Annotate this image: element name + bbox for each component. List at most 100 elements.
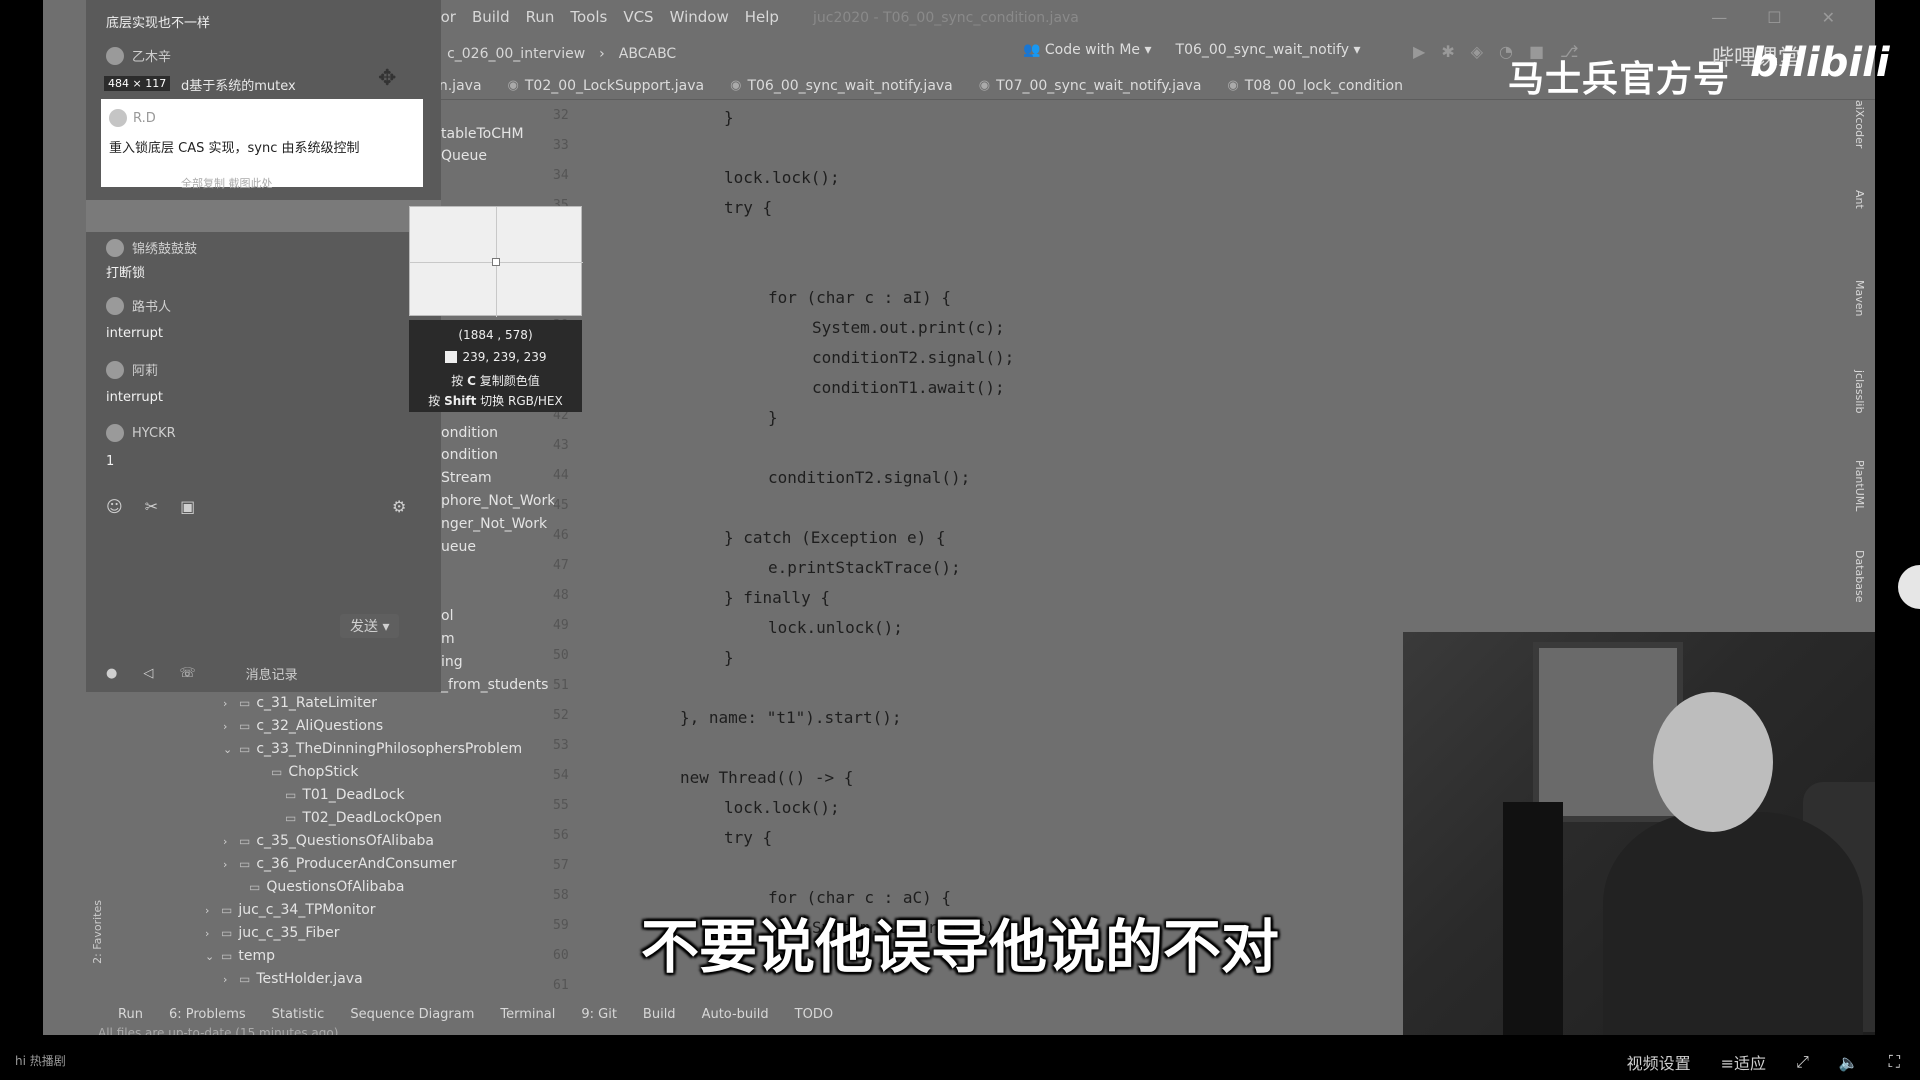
breadcrumb-separator: › bbox=[599, 46, 605, 62]
tree-item[interactable]: › ▭ c_32_AliQuestions bbox=[223, 718, 383, 734]
breadcrumb-item[interactable]: ABCABC bbox=[619, 46, 676, 62]
bottom-tool-tab[interactable]: Statistic bbox=[272, 1007, 325, 1022]
menu-item[interactable]: Tools bbox=[570, 8, 607, 32]
code-line: }, name: "t1").start(); bbox=[680, 708, 902, 727]
ide-screen: RefactorBuildRunToolsVCSWindowHelp juc20… bbox=[43, 0, 1875, 1035]
tree-item-label: c_33_TheDinningPhilosophersProblem bbox=[256, 741, 523, 757]
tree-item-fragment[interactable]: m bbox=[441, 631, 455, 647]
card-actions[interactable]: 全部复制 截图此处 bbox=[181, 175, 273, 191]
line-number: 50 bbox=[553, 648, 569, 663]
tree-item[interactable]: › ▭ c_35_QuestionsOfAlibaba bbox=[223, 833, 434, 849]
menu-item[interactable]: Build bbox=[472, 8, 510, 32]
chat-username: 路书人 bbox=[132, 300, 172, 315]
code-with-me-label: Code with Me bbox=[1044, 42, 1141, 58]
menu-item[interactable]: Help bbox=[745, 8, 779, 32]
editor-tab[interactable]: ◉ T06_00_sync_wait_notify.java bbox=[730, 78, 953, 94]
speaker-icon[interactable]: ◁ bbox=[143, 666, 153, 681]
menu-item[interactable]: Run bbox=[526, 8, 555, 32]
line-number: 44 bbox=[553, 468, 569, 483]
chat-user: 乙木辛 bbox=[106, 46, 171, 65]
chevron-icon[interactable]: › bbox=[223, 858, 233, 871]
minimize-icon[interactable]: — bbox=[1711, 8, 1727, 27]
right-tool-tab[interactable]: Database bbox=[1853, 550, 1866, 603]
history-label[interactable]: 消息记录 bbox=[246, 664, 298, 683]
tree-item-label: ChopStick bbox=[288, 764, 359, 780]
right-tool-tab[interactable]: Ant bbox=[1853, 190, 1866, 209]
debug-icon[interactable]: ✱ bbox=[1441, 42, 1454, 61]
chevron-icon[interactable]: ⌄ bbox=[223, 743, 233, 756]
tree-item-fragment[interactable]: ondition bbox=[441, 447, 498, 463]
code-line: conditionT2.signal(); bbox=[768, 468, 971, 487]
tree-item[interactable]: ▭ T01_DeadLock bbox=[269, 787, 405, 803]
bottom-tool-tab[interactable]: Build bbox=[643, 1007, 676, 1022]
maximize-icon[interactable]: ☐ bbox=[1767, 8, 1781, 27]
close-icon[interactable]: ✕ bbox=[1822, 8, 1835, 27]
scissors-icon[interactable]: ✂ bbox=[145, 497, 158, 516]
right-tool-strip: aiXcoder Ant Maven jclasslib PlantUML Databas… bbox=[1851, 100, 1875, 700]
selected-message-card[interactable]: R.D 重入锁底层 CAS 实现，sync 由系统级控制 全部复制 截图此处 bbox=[101, 99, 423, 190]
bottom-tool-tab[interactable]: TODO bbox=[795, 1007, 833, 1022]
tree-item[interactable]: ▭ T02_DeadLockOpen bbox=[269, 810, 442, 826]
chevron-icon[interactable]: › bbox=[223, 697, 233, 710]
coverage-icon[interactable]: ◈ bbox=[1471, 42, 1483, 61]
send-button[interactable]: 发送 ▾ bbox=[340, 614, 400, 638]
tree-item[interactable]: › ▭ c_36_ProducerAndConsumer bbox=[223, 856, 457, 872]
bottom-tool-tab[interactable]: Sequence Diagram bbox=[350, 1007, 474, 1022]
hint-suffix: 切换 RGB/HEX bbox=[476, 394, 563, 408]
fullscreen-icon[interactable]: ⛶ bbox=[1889, 1052, 1900, 1072]
volume-icon[interactable]: 🔈 bbox=[1839, 1053, 1859, 1072]
editor-tab[interactable]: ◉ T08_00_lock_condition bbox=[1227, 78, 1403, 94]
tree-item[interactable]: › ▭ c_31_RateLimiter bbox=[223, 695, 377, 711]
image-icon[interactable]: ▣ bbox=[180, 497, 195, 516]
run-config-select[interactable]: T06_00_sync_wait_notify ▾ bbox=[1176, 42, 1361, 58]
bottom-tool-tab[interactable]: Auto-build bbox=[702, 1007, 769, 1022]
tree-item-fragment[interactable]: Queue bbox=[441, 148, 487, 164]
code-line: lock.lock(); bbox=[724, 798, 840, 817]
video-settings-button[interactable]: 视频设置 bbox=[1627, 1050, 1691, 1074]
tree-item-fragment[interactable]: nger_Not_Work bbox=[441, 516, 547, 532]
right-tool-tab[interactable]: Maven bbox=[1853, 280, 1866, 316]
tree-item[interactable]: ▭ QuestionsOfAlibaba bbox=[233, 879, 405, 895]
tree-item-fragment[interactable]: ondition bbox=[441, 425, 498, 441]
pip-icon[interactable]: ⤢ bbox=[1796, 1052, 1809, 1072]
menu-item[interactable]: VCS bbox=[623, 8, 653, 32]
emoji-icon[interactable]: ☺ bbox=[106, 497, 123, 516]
breadcrumb-item[interactable]: c_026_00_interview bbox=[447, 46, 585, 62]
avatar bbox=[106, 238, 124, 257]
chat-toolbar-strip bbox=[86, 200, 441, 232]
chevron-icon[interactable]: › bbox=[223, 720, 233, 733]
tree-item[interactable]: ▭ ChopStick bbox=[255, 764, 359, 780]
tree-item-label: T02_DeadLockOpen bbox=[302, 810, 442, 826]
chevron-icon[interactable]: › bbox=[223, 835, 233, 848]
fit-button[interactable]: ≡适应 bbox=[1721, 1050, 1766, 1074]
code-line: } bbox=[724, 108, 734, 127]
editor-tab[interactable]: ◉ T02_00_LockSupport.java bbox=[508, 78, 705, 94]
chat-user: 路书人 bbox=[106, 296, 171, 315]
code-with-me-button[interactable]: 👥 Code with Me ▾ bbox=[1023, 42, 1152, 58]
right-tool-tab[interactable]: aiXcoder bbox=[1853, 100, 1866, 148]
mic-icon[interactable]: ● bbox=[106, 666, 117, 681]
tree-item[interactable]: ⌄ ▭ c_33_TheDinningPhilosophersProblem bbox=[223, 741, 522, 757]
bottom-tool-tab[interactable]: 9: Git bbox=[581, 1007, 617, 1022]
bottom-tool-tab[interactable]: Run bbox=[118, 1007, 143, 1022]
tree-item-fragment[interactable]: tableToCHM bbox=[441, 126, 524, 142]
tree-item-fragment[interactable]: ol bbox=[441, 608, 453, 624]
tree-item-fragment[interactable]: ing bbox=[441, 654, 463, 670]
side-bubble-icon[interactable] bbox=[1898, 565, 1920, 609]
right-tool-tab[interactable]: PlantUML bbox=[1853, 460, 1866, 511]
player-left-label: hi 热播剧 bbox=[15, 1054, 66, 1068]
menu-item[interactable]: Window bbox=[670, 8, 729, 32]
gear-icon[interactable]: ⚙ bbox=[392, 497, 406, 516]
bottom-tool-strip: Run 6: Problems Statistic Sequence Diagram T… bbox=[118, 1003, 833, 1025]
tree-item-fragment[interactable]: Stream bbox=[441, 470, 492, 486]
bottom-tool-tab[interactable]: 6: Problems bbox=[169, 1007, 246, 1022]
chat-user: 锦绣鼓鼓鼓 bbox=[106, 238, 197, 257]
tree-item-fragment[interactable]: ueue bbox=[441, 539, 476, 555]
chat-user: 阿莉 bbox=[106, 360, 158, 379]
editor-tab[interactable]: ◉ T07_00_sync_wait_notify.java bbox=[979, 78, 1202, 94]
move-icon[interactable]: ✥ bbox=[378, 66, 396, 91]
phone-icon[interactable]: ☏ bbox=[179, 666, 195, 681]
bottom-tool-tab[interactable]: Terminal bbox=[500, 1007, 555, 1022]
right-tool-tab[interactable]: jclasslib bbox=[1853, 370, 1866, 413]
run-icon[interactable]: ▶ bbox=[1413, 42, 1425, 61]
